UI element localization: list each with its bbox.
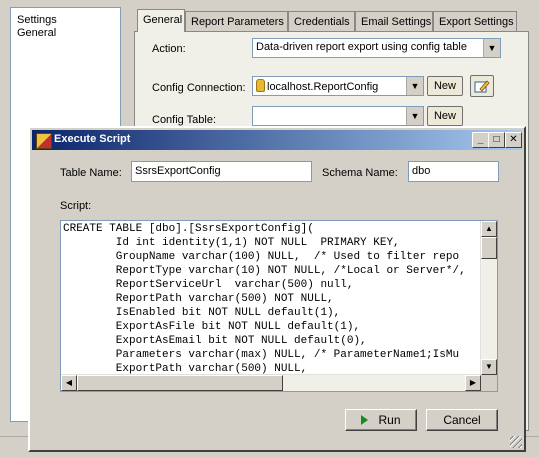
table-name-input[interactable]: SsrsExportConfig bbox=[131, 161, 312, 182]
tab-general[interactable]: General bbox=[137, 9, 185, 32]
chevron-down-icon[interactable]: ▼ bbox=[406, 77, 423, 95]
edit-connection-button[interactable] bbox=[470, 75, 494, 97]
config-table-label: Config Table: bbox=[152, 114, 217, 126]
scroll-up-icon[interactable]: ▲ bbox=[481, 221, 497, 237]
horizontal-scrollbar[interactable]: ◀ ▶ bbox=[61, 374, 481, 391]
action-value: Data-driven report export using config t… bbox=[256, 41, 467, 53]
config-connection-select[interactable]: localhost.ReportConfig ▼ bbox=[252, 76, 424, 96]
script-editor[interactable]: CREATE TABLE [dbo].[SsrsExportConfig]( I… bbox=[60, 220, 498, 392]
tab-email-settings[interactable]: Email Settings bbox=[355, 11, 433, 31]
code-line: CREATE TABLE [dbo].[SsrsExportConfig]( bbox=[63, 223, 314, 235]
code-line: ReportType varchar(10) NOT NULL, /*Local… bbox=[63, 265, 466, 277]
cancel-button[interactable]: Cancel bbox=[426, 409, 498, 431]
code-line: Id int identity(1,1) NOT NULL PRIMARY KE… bbox=[63, 237, 400, 249]
new-connection-button[interactable]: New bbox=[427, 76, 463, 96]
tab-credentials[interactable]: Credentials bbox=[288, 11, 355, 31]
new-table-button[interactable]: New bbox=[427, 106, 463, 126]
scrollbar-corner bbox=[481, 375, 497, 391]
tab-export-settings[interactable]: Export Settings bbox=[433, 11, 517, 31]
scroll-left-icon[interactable]: ◀ bbox=[61, 375, 77, 391]
code-line: Parameters varchar(max) NULL, /* Paramet… bbox=[63, 349, 460, 361]
table-name-label: Table Name: bbox=[60, 167, 122, 179]
tab-report-parameters[interactable]: Report Parameters bbox=[185, 11, 288, 31]
code-line: ReportPath varchar(500) NOT NULL, bbox=[63, 293, 334, 305]
run-button[interactable]: Run bbox=[345, 409, 417, 431]
horizontal-scroll-thumb[interactable] bbox=[77, 375, 283, 391]
config-connection-value: localhost.ReportConfig bbox=[267, 81, 379, 93]
execute-script-icon bbox=[36, 133, 52, 149]
action-label: Action: bbox=[152, 43, 186, 55]
script-label: Script: bbox=[60, 200, 92, 212]
code-line: GroupName varchar(100) NULL, /* Used to … bbox=[63, 251, 460, 263]
scroll-right-icon[interactable]: ▶ bbox=[465, 375, 481, 391]
vertical-scrollbar[interactable]: ▲ ▼ bbox=[480, 221, 497, 375]
run-label: Run bbox=[378, 413, 401, 427]
execute-script-dialog: Execute Script _ □ ✕ Table Name: SsrsExp… bbox=[28, 126, 526, 452]
play-icon bbox=[361, 415, 369, 425]
chevron-down-icon[interactable]: ▼ bbox=[483, 39, 500, 57]
code-line: ReportServiceUrl varchar(500) null, bbox=[63, 279, 354, 291]
vertical-scroll-thumb[interactable] bbox=[481, 237, 497, 259]
code-line: ExportAsEmail bit NOT NULL default(0), bbox=[63, 335, 367, 347]
maximize-icon[interactable]: □ bbox=[488, 132, 505, 148]
minimize-icon[interactable]: _ bbox=[472, 132, 489, 148]
resize-grip-icon[interactable] bbox=[510, 436, 522, 448]
close-icon[interactable]: ✕ bbox=[505, 132, 522, 148]
action-select[interactable]: Data-driven report export using config t… bbox=[252, 38, 501, 58]
tree-item-settings[interactable]: Settings bbox=[17, 14, 57, 26]
edit-connection-icon bbox=[474, 80, 490, 93]
code-line: IsEnabled bit NOT NULL default(1), bbox=[63, 307, 341, 319]
dialog-title: Execute Script bbox=[54, 133, 131, 145]
code-line: ExportAsFile bit NOT NULL default(1), bbox=[63, 321, 361, 333]
schema-name-label: Schema Name: bbox=[322, 167, 398, 179]
database-icon bbox=[256, 79, 265, 92]
chevron-down-icon[interactable]: ▼ bbox=[406, 107, 423, 125]
tree-item-general[interactable]: General bbox=[17, 27, 56, 39]
config-connection-label: Config Connection: bbox=[152, 82, 246, 94]
schema-name-input[interactable]: dbo bbox=[408, 161, 499, 182]
scroll-down-icon[interactable]: ▼ bbox=[481, 359, 497, 375]
dialog-titlebar[interactable]: Execute Script _ □ ✕ bbox=[32, 130, 522, 150]
config-table-select[interactable]: ▼ bbox=[252, 106, 424, 126]
